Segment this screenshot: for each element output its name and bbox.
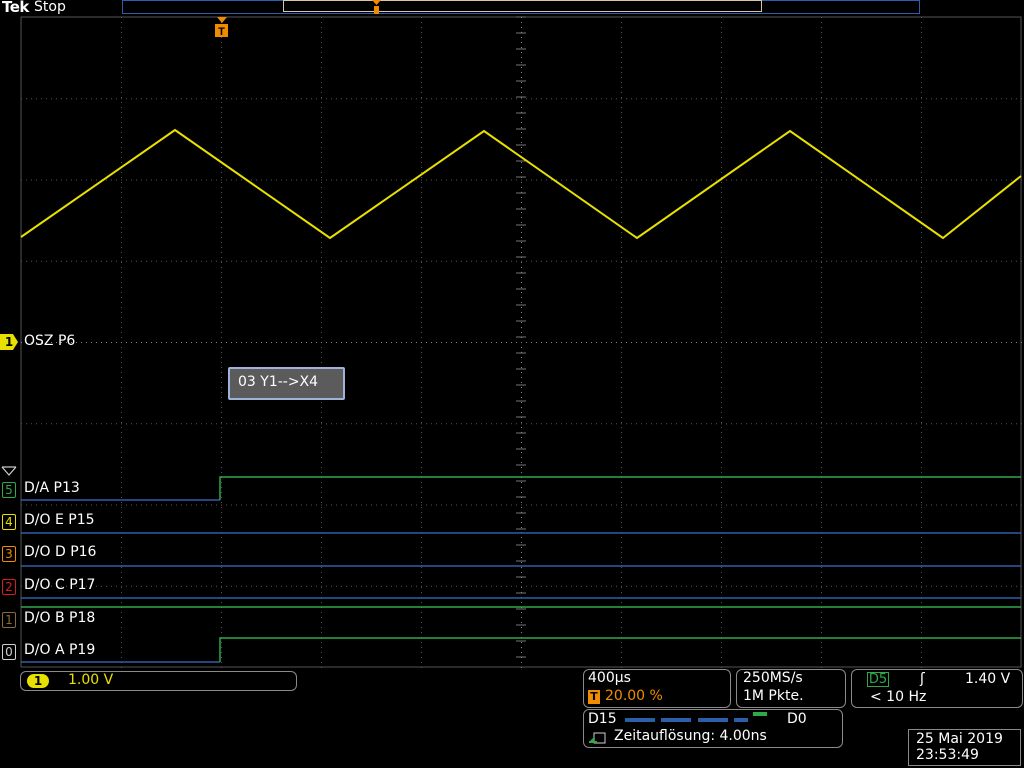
graticule: T: [20, 0, 1022, 668]
trigger-position-icon: T: [588, 690, 600, 704]
digital-ch4-label: D/O E P15: [24, 512, 95, 528]
ch1-scale-value: 1.00 V: [68, 672, 114, 688]
trace-ch0-high: [219, 637, 1021, 662]
bus-decode-label: 03 Y1-->X4: [238, 374, 319, 390]
rising-edge-icon: ʃ: [920, 671, 925, 687]
time-per-division: 400µs: [588, 670, 631, 686]
trace-ch5-high: [219, 476, 1021, 500]
sample-rate: 250MS/s: [743, 670, 803, 686]
timing-resolution: Zeitauflösung: 4.00ns: [614, 728, 767, 744]
ch1-waveform: [20, 128, 1022, 240]
trigger-frequency: < 10 Hz: [870, 689, 927, 705]
digital-ch5-badge[interactable]: 5: [2, 482, 16, 498]
trigger-source: D5: [867, 672, 889, 687]
ch1-scale-panel[interactable]: [20, 671, 297, 691]
digital-ch4-badge[interactable]: 4: [2, 514, 16, 530]
svg-text:T: T: [218, 26, 225, 38]
digital-bit-strip: [625, 712, 767, 722]
time-readout: 23:53:49: [916, 747, 979, 763]
trigger-level: 1.40 V: [965, 671, 1011, 687]
digital-ch3-badge[interactable]: 3: [2, 546, 16, 562]
digital-ch5-label: D/A P13: [24, 480, 80, 496]
digital-group-marker[interactable]: [0, 466, 20, 478]
digital-high-label: D15: [588, 711, 617, 727]
digital-ch1-label: D/O B P18: [24, 610, 96, 626]
timing-resolution-icon: [589, 732, 606, 744]
digital-ch1-badge[interactable]: 1: [2, 612, 16, 628]
ch1-label: OSZ P6: [24, 333, 76, 349]
digital-ch0-label: D/O A P19: [24, 642, 96, 658]
ch1-scale-badge: 1: [27, 674, 49, 688]
digital-ch2-label: D/O C P17: [24, 577, 96, 593]
digital-low-label: D0: [787, 711, 807, 727]
date-readout: 25 Mai 2019: [916, 731, 1003, 747]
digital-ch2-badge[interactable]: 2: [2, 579, 16, 595]
trigger-position: 20.00 %: [605, 688, 663, 704]
digital-ch0-badge[interactable]: 0: [2, 644, 16, 660]
digital-ch3-label: D/O D P16: [24, 544, 97, 560]
trigger-marker-top[interactable]: T: [215, 17, 228, 38]
trigger-marker-bar: [372, 0, 381, 14]
record-length: 1M Pkte.: [743, 688, 804, 704]
grid-dots: [20, 16, 1022, 668]
